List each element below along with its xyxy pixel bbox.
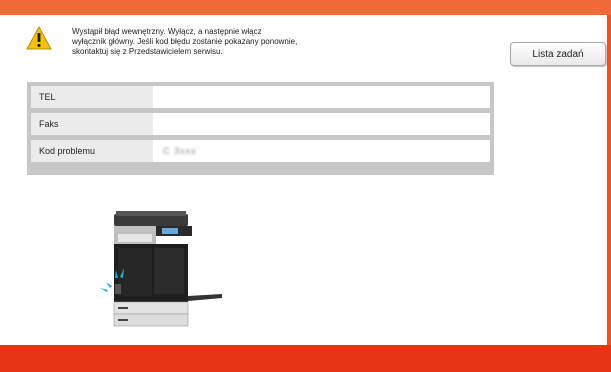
info-value-fax [153,113,490,135]
info-value-tel [153,86,490,108]
job-list-button[interactable]: Lista zadań [510,42,606,66]
info-row-tel: TEL [31,86,490,108]
info-row-problem-code: Kod problemu C 3xxx [31,140,490,162]
warning-icon [26,26,52,50]
error-message-line: wyłącznik główny. Jeśli kod błędu zostan… [72,37,298,46]
error-screen: Wystąpił błąd wewnętrzny. Wyłącz, a nast… [0,0,611,372]
error-message: Wystąpił błąd wewnętrzny. Wyłącz, a nast… [72,27,452,57]
info-value-problem-code: C 3xxx [153,140,490,162]
error-message-line: Wystąpił błąd wewnętrzny. Wyłącz, a nast… [72,27,262,36]
problem-code-value: C 3xxx [163,146,197,156]
contact-info-panel: TEL Faks Kod problemu C 3xxx [27,82,494,175]
info-label-problem-code: Kod problemu [31,140,153,162]
info-row-fax: Faks [31,113,490,135]
info-label-fax: Faks [31,113,153,135]
error-message-line: skontaktuj się z Przedstawicielem serwis… [72,47,223,56]
printer-illustration [100,211,222,327]
info-label-tel: TEL [31,86,153,108]
top-status-bar [0,0,611,15]
right-edge-bar [607,15,611,345]
bottom-status-bar [0,345,611,372]
